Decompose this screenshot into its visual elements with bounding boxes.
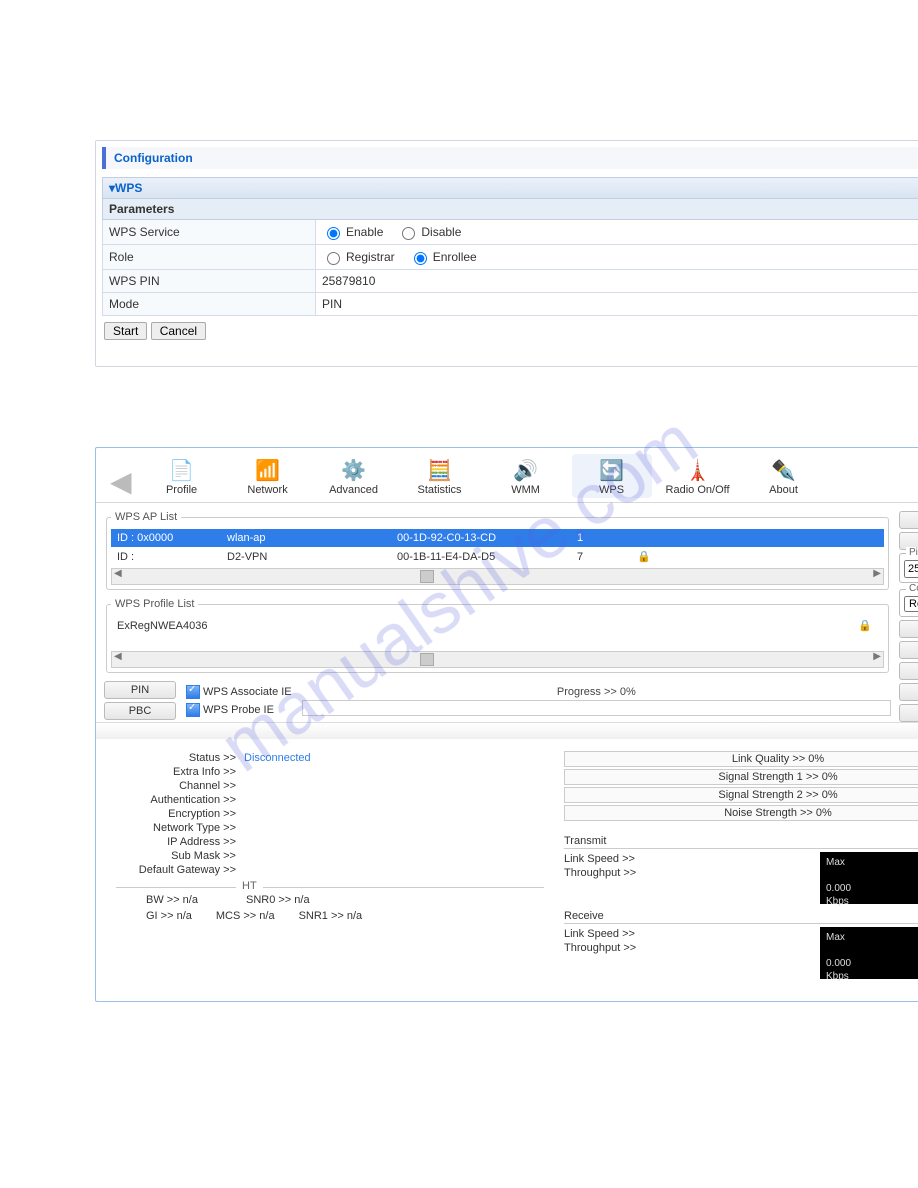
tab-advanced[interactable]: ⚙️Advanced (314, 454, 394, 498)
rx-link-speed-key: Link Speed >> (564, 928, 664, 940)
wps-section-header[interactable]: ▾WPS (102, 177, 918, 199)
ht-gi: GI >> n/a (146, 910, 192, 922)
rx-throughput-key: Throughput >> (564, 942, 664, 954)
pin-code-group: Pin Code Renew (899, 553, 918, 583)
rotate-button[interactable]: Rotate (899, 662, 918, 680)
config-mode-label: Config Mode (906, 583, 918, 594)
pin-code-label: Pin Code (906, 547, 918, 558)
gateway-key: Default Gateway >> (116, 864, 236, 876)
rescan-button[interactable]: Rescan (899, 511, 918, 529)
ap-row[interactable]: ID : D2-VPN 00-1B-11-E4-DA-D5 7 🔒 (111, 547, 884, 566)
wps-pin-value: 25879810 (316, 270, 918, 293)
wps-ap-list-legend: WPS AP List (111, 511, 181, 523)
parameters-header: Parameters (102, 199, 918, 220)
nav-back-icon[interactable]: ◀ (106, 465, 136, 498)
tx-throughput-key: Throughput >> (564, 867, 664, 879)
config-title: Configuration (102, 147, 918, 169)
status-key: Status >> (116, 752, 236, 764)
ht-legend: HT (236, 880, 263, 892)
ht-snr0: SNR0 >> n/a (246, 894, 310, 906)
ht-snr1: SNR1 >> n/a (299, 910, 363, 922)
tab-profile[interactable]: 📄Profile (142, 454, 222, 498)
wps-service-label: WPS Service (103, 220, 316, 245)
tx-link-speed-key: Link Speed >> (564, 853, 664, 865)
wps-pin-label: WPS PIN (103, 270, 316, 293)
wps-profile-list: WPS Profile List ExRegNWEA4036 🔒 (106, 598, 889, 673)
ht-mcs: MCS >> n/a (216, 910, 275, 922)
tx-meter: Max 0.000 Kbps (820, 852, 918, 904)
export-profile-button[interactable]: Export Profile (899, 704, 918, 722)
mode-value: PIN (316, 293, 918, 316)
cancel-button[interactable]: Cancel (151, 322, 206, 340)
progress-label: Progress >> 0% (302, 686, 891, 698)
connect-button[interactable]: Connect (899, 641, 918, 659)
wps-probe-ie-checkbox[interactable]: WPS Probe IE (186, 703, 292, 717)
mask-key: Sub Mask >> (116, 850, 236, 862)
signal-strength-2-bar: Signal Strength 2 >> 0% (564, 787, 918, 803)
wps-section-label: WPS (115, 181, 142, 195)
progress-bar (302, 700, 891, 716)
ap-list-scrollbar[interactable] (111, 568, 884, 585)
wireless-utility: ◀ 📄Profile 📶Network ⚙️Advanced 🧮Statisti… (95, 447, 918, 1002)
wps-service-enable[interactable]: Enable (322, 224, 383, 240)
pbc-button[interactable]: PBC (104, 702, 176, 720)
wmm-icon: 🔊 (486, 456, 566, 484)
receive-header: Receive (564, 910, 918, 924)
wps-associate-ie-checkbox[interactable]: WPS Associate IE (186, 685, 292, 699)
ap-row[interactable]: ID : 0x0000 wlan-ap 00-1D-92-C0-13-CD 1 (111, 529, 884, 547)
wps-service-disable[interactable]: Disable (397, 224, 461, 240)
config-panel: Configuration ▾WPS Parameters WPS Servic… (95, 140, 918, 367)
advanced-icon: ⚙️ (314, 456, 394, 484)
pin-code-input[interactable] (904, 560, 918, 578)
profile-icon: 📄 (142, 456, 222, 484)
role-enrollee[interactable]: Enrollee (409, 249, 477, 265)
tab-network[interactable]: 📶Network (228, 454, 308, 498)
role-registrar[interactable]: Registrar (322, 249, 395, 265)
pin-button[interactable]: PIN (104, 681, 176, 699)
start-button[interactable]: Start (104, 322, 147, 340)
channel-key: Channel >> (116, 780, 236, 792)
role-label: Role (103, 245, 316, 270)
auth-key: Authentication >> (116, 794, 236, 806)
tab-radio[interactable]: 🗼Radio On/Off (658, 454, 738, 498)
wps-ap-list: WPS AP List ID : 0x0000 wlan-ap 00-1D-92… (106, 511, 889, 590)
tab-wmm[interactable]: 🔊WMM (486, 454, 566, 498)
network-type-key: Network Type >> (116, 822, 236, 834)
ht-bw: BW >> n/a (146, 894, 198, 906)
link-quality-bar: Link Quality >> 0% (564, 751, 918, 767)
tab-statistics[interactable]: 🧮Statistics (400, 454, 480, 498)
encryption-key: Encryption >> (116, 808, 236, 820)
about-icon: ✒️ (744, 456, 824, 484)
mode-label: Mode (103, 293, 316, 316)
disconnect-button[interactable]: Disconnect (899, 683, 918, 701)
noise-strength-bar: Noise Strength >> 0% (564, 805, 918, 821)
status-value: Disconnected (236, 752, 311, 764)
wps-profile-list-legend: WPS Profile List (111, 598, 198, 610)
detail-button[interactable]: Detail (899, 620, 918, 638)
tab-wps[interactable]: 🔄WPS (572, 454, 652, 498)
wps-icon: 🔄 (572, 456, 652, 484)
collapse-toggle[interactable] (96, 722, 918, 739)
lock-icon: 🔒 (637, 550, 657, 563)
extra-info-key: Extra Info >> (116, 766, 236, 778)
transmit-header: Transmit (564, 835, 918, 849)
ip-key: IP Address >> (116, 836, 236, 848)
network-icon: 📶 (228, 456, 308, 484)
statistics-icon: 🧮 (400, 456, 480, 484)
radio-icon: 🗼 (658, 456, 738, 484)
lock-icon: 🔒 (858, 619, 878, 632)
config-mode-group: Config Mode Registrar (899, 589, 918, 617)
rx-meter: Max 0.000 Kbps (820, 927, 918, 979)
signal-strength-1-bar: Signal Strength 1 >> 0% (564, 769, 918, 785)
profile-list-scrollbar[interactable] (111, 651, 884, 668)
config-mode-select[interactable]: Registrar (904, 596, 918, 612)
profile-row[interactable]: ExRegNWEA4036 🔒 (111, 616, 884, 635)
tab-about[interactable]: ✒️About (744, 454, 824, 498)
